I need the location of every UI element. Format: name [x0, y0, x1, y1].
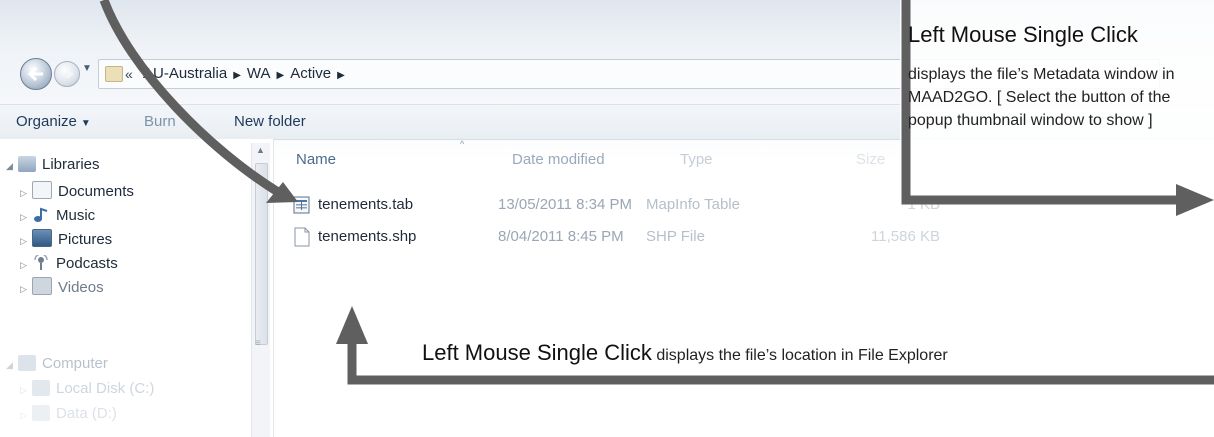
sidebar-item-documents[interactable]: ▷ Documents — [20, 180, 134, 204]
metadata-callout-text: displays the file’s Metadata window in M… — [908, 66, 1175, 129]
column-header-type[interactable]: Type — [680, 151, 713, 168]
collapse-triangle-icon[interactable]: ◢ — [6, 353, 18, 377]
scrollbar-thumb[interactable] — [255, 163, 268, 345]
burn-button[interactable]: Burn — [144, 105, 176, 139]
pictures-icon — [32, 229, 52, 247]
sidebar-scrollbar[interactable]: ▲ ≡ — [251, 143, 270, 437]
breadcrumb-overflow[interactable]: « — [125, 60, 133, 88]
collapse-triangle-icon[interactable]: ◢ — [6, 154, 18, 178]
sidebar-item-label: Data (D:) — [56, 405, 117, 422]
location-callout: Left Mouse Single Click displays the fil… — [422, 340, 948, 366]
drive-icon — [32, 380, 50, 396]
location-callout-text: displays the file’s location in File Exp… — [656, 347, 948, 364]
scroll-up-icon[interactable]: ▲ — [256, 145, 265, 155]
documents-icon — [32, 181, 52, 199]
blank-file-icon — [292, 227, 310, 247]
computer-icon — [18, 355, 36, 371]
column-header-name[interactable]: Name — [296, 151, 336, 168]
expand-triangle-icon[interactable]: ▷ — [20, 277, 32, 301]
organize-button[interactable]: Organize ▼ — [16, 105, 91, 141]
libraries-icon — [18, 156, 36, 172]
breadcrumb-separator-icon[interactable]: ▶ — [337, 70, 345, 81]
new-folder-button[interactable]: New folder — [234, 105, 306, 139]
sidebar-item-label: Pictures — [58, 231, 113, 248]
breadcrumb-separator-icon[interactable]: ▶ — [277, 70, 285, 81]
sidebar-item-music[interactable]: ▷ Music — [20, 204, 95, 228]
expand-triangle-icon[interactable]: ▷ — [20, 378, 32, 402]
breadcrumb-separator-icon[interactable]: ▶ — [233, 70, 241, 81]
videos-icon — [32, 277, 52, 295]
sidebar-item-label: Libraries — [42, 156, 100, 173]
file-name: tenements.shp — [318, 228, 417, 245]
sidebar-item-label: Podcasts — [56, 255, 118, 272]
file-list: Name ^ Date modified Type Size tenements… — [274, 139, 1214, 437]
breadcrumb-au-australia[interactable]: AU-Australia — [143, 65, 227, 82]
expand-triangle-icon[interactable]: ▷ — [20, 181, 32, 205]
sidebar-item-libraries[interactable]: ◢ Libraries — [6, 153, 100, 177]
expand-triangle-icon[interactable]: ▷ — [20, 403, 32, 427]
back-arrow-icon — [21, 59, 51, 89]
organize-label: Organize — [16, 113, 77, 130]
sidebar-item-label: Computer — [42, 355, 108, 372]
column-header-label: Name — [296, 151, 337, 168]
file-type: SHP File — [646, 228, 705, 245]
chevron-down-icon: ▼ — [80, 118, 91, 129]
file-name: tenements.tab — [318, 196, 414, 213]
sidebar-item-label: Videos — [58, 279, 104, 296]
sidebar-item-label: Local Disk (C:) — [56, 380, 155, 397]
navigation-pane: ◢ Libraries ▷ Documents ▷ Music ▷ Pictures ▷… — [0, 139, 274, 437]
music-icon — [32, 207, 50, 223]
breadcrumb: AU-Australia ▶ WA ▶ Active ▶ — [143, 60, 351, 90]
forward-button[interactable] — [54, 61, 80, 87]
sidebar-item-local-disk[interactable]: ▷ Local Disk (C:) — [20, 377, 154, 401]
sidebar-item-pictures[interactable]: ▷ Pictures — [20, 228, 112, 252]
column-header-date[interactable]: Date modified — [512, 151, 605, 168]
expand-triangle-icon[interactable]: ▷ — [20, 253, 32, 277]
sidebar-item-videos[interactable]: ▷ Videos — [20, 276, 104, 300]
forward-arrow-icon — [55, 62, 79, 86]
sort-ascending-icon: ^ — [460, 139, 465, 149]
file-row[interactable]: tenements.tab 13/05/2011 8:34 PM MapInfo… — [288, 193, 988, 217]
file-date-modified: 13/05/2011 8:34 PM — [498, 196, 632, 213]
file-type: MapInfo Table — [646, 196, 740, 213]
mapinfo-table-icon — [292, 195, 310, 215]
sidebar-item-podcasts[interactable]: ▷ Podcasts — [20, 252, 118, 276]
back-button[interactable] — [20, 58, 52, 90]
column-header-size[interactable]: Size — [856, 151, 885, 168]
file-date-modified: 8/04/2011 8:45 PM — [498, 228, 624, 245]
recent-pages-dropdown-icon[interactable]: ▼ — [82, 63, 92, 74]
sidebar-item-label: Documents — [58, 183, 134, 200]
folder-icon — [105, 66, 123, 82]
sidebar-item-computer[interactable]: ◢ Computer — [6, 352, 108, 376]
metadata-callout-title: Left Mouse Single Click — [908, 22, 1138, 47]
expand-triangle-icon[interactable]: ▷ — [20, 205, 32, 229]
drive-icon — [32, 405, 50, 421]
location-callout-title: Left Mouse Single Click — [422, 340, 652, 365]
file-size: 11,586 KB — [871, 228, 940, 245]
breadcrumb-wa[interactable]: WA — [247, 65, 271, 82]
scrollbar-grip-icon: ≡ — [255, 338, 261, 349]
podcasts-icon — [32, 253, 50, 271]
sidebar-item-data-drive[interactable]: ▷ Data (D:) — [20, 402, 117, 426]
breadcrumb-active[interactable]: Active — [290, 65, 331, 82]
expand-triangle-icon[interactable]: ▷ — [20, 229, 32, 253]
file-row[interactable]: tenements.shp 8/04/2011 8:45 PM SHP File… — [288, 225, 988, 249]
sidebar-item-label: Music — [56, 207, 96, 224]
file-size: 1 KB — [907, 196, 940, 213]
